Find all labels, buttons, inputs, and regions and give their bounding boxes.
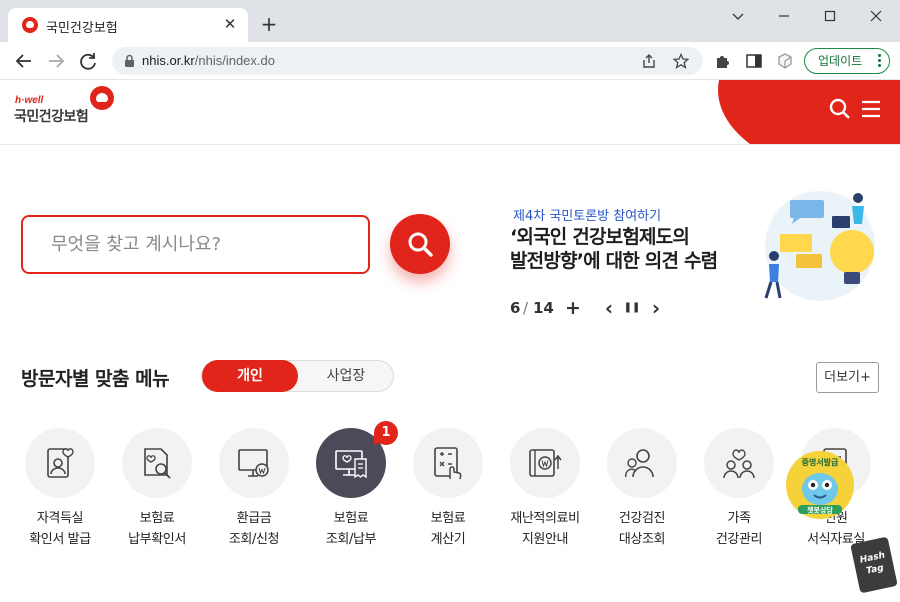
reload-button[interactable]	[76, 49, 100, 73]
nhis-favicon-icon	[22, 17, 38, 33]
service-label: 환급금 조회/신청	[228, 511, 280, 547]
monitor-receipt-icon	[335, 450, 367, 479]
notification-badge: 1	[374, 421, 398, 445]
banner-prev-button[interactable]: ‹	[601, 298, 617, 318]
discussion-illustration	[764, 191, 875, 301]
back-button[interactable]	[12, 49, 36, 73]
tab-business[interactable]: 사업장	[298, 360, 394, 392]
header-search-icon[interactable]	[829, 98, 851, 120]
maximize-icon	[824, 10, 836, 22]
update-button[interactable]: 업데이트	[804, 48, 890, 74]
close-icon	[870, 10, 882, 22]
banner-pause-button[interactable]: ❚❚	[623, 298, 641, 318]
banner-next-button[interactable]: ›	[648, 298, 664, 318]
forward-button[interactable]	[44, 49, 68, 73]
nhis-logo-icon	[90, 86, 114, 110]
close-window-button[interactable]	[853, 2, 899, 30]
service-icon-circle	[510, 428, 580, 498]
mascot-top-text: 증명서발급	[802, 457, 839, 467]
banner-title-line1: ‘외국인 건강보험제도의	[510, 226, 690, 248]
minimize-button[interactable]	[761, 2, 807, 30]
reload-icon	[80, 53, 96, 70]
service-label: 가족 건강관리	[715, 511, 763, 547]
bookmark-star-icon	[673, 53, 689, 69]
site-logo[interactable]: 국민건강보험	[14, 106, 89, 126]
arrow-left-icon	[15, 54, 31, 68]
service-label: 보험료 계산기	[430, 511, 466, 547]
profile-cube-icon[interactable]	[776, 52, 794, 70]
service-icon-circle	[122, 428, 192, 498]
search-icon	[408, 232, 433, 257]
service-icon-circle	[25, 428, 95, 498]
minimize-icon	[779, 15, 789, 17]
calculator-icon	[434, 447, 462, 480]
logo-tagline: h·well	[15, 95, 44, 106]
maximize-button[interactable]	[807, 2, 853, 30]
banner-title-line2: 발전방향’에 대한 의견 수렴	[510, 250, 718, 272]
more-button[interactable]: 더보기+	[816, 362, 879, 393]
search-button[interactable]	[390, 214, 450, 274]
service-label: 건강검진 대상조회	[618, 511, 666, 547]
search-input[interactable]	[23, 217, 368, 272]
share-icon	[643, 54, 655, 68]
side-panel-icon[interactable]	[745, 52, 763, 70]
tab-personal[interactable]: 개인	[202, 360, 298, 392]
browser-tab-bar: 국민건강보험 ✕ +	[0, 0, 900, 42]
site-header: h·well 국민건강보험	[0, 80, 900, 145]
hamburger-menu-icon[interactable]	[861, 100, 881, 118]
service-label: 보험료 조회/납부	[325, 511, 377, 547]
hashtag-watermark: Hash Tag	[850, 536, 898, 594]
chevron-down-icon	[732, 13, 744, 20]
id-card-heart-icon	[47, 448, 74, 478]
search-box	[21, 215, 370, 274]
chatbot-mascot[interactable]: 증명서발급 챗봇상담	[784, 449, 856, 521]
close-tab-icon[interactable]: ✕	[220, 14, 240, 34]
tab-title: 국민건강보험	[46, 21, 118, 36]
service-icon-circle	[704, 428, 774, 498]
kebab-menu-icon	[878, 54, 881, 68]
browser-tab[interactable]: 국민건강보험 ✕	[8, 8, 248, 42]
url-text: nhis.or.kr/nhis/index.do	[142, 53, 275, 68]
banner-title[interactable]: ‘외국인 건강보험제도의 발전방향’에 대한 의견 수렴	[510, 225, 760, 273]
people-checkup-icon	[625, 449, 654, 478]
service-icon-circle	[607, 428, 677, 498]
banner-counter-separator: /	[523, 299, 529, 317]
banner-counter-current: 6	[510, 299, 521, 317]
family-care-icon	[723, 449, 755, 479]
service-label: 보험료 납부확인서	[128, 511, 186, 547]
tab-search-button[interactable]	[715, 2, 761, 30]
visitor-menu-title: 방문자별 맞춤 메뉴	[21, 368, 170, 390]
service-label: 자격득실 확인서 발급	[29, 511, 91, 547]
browser-toolbar: nhis.or.kr/nhis/index.do 업데이트	[0, 42, 900, 80]
address-bar[interactable]: nhis.or.kr/nhis/index.do	[112, 47, 703, 75]
lock-icon	[125, 54, 134, 67]
new-tab-button[interactable]: +	[258, 13, 280, 35]
update-label: 업데이트	[818, 54, 863, 68]
service-icon-circle	[219, 428, 289, 498]
arrow-right-icon	[49, 54, 65, 68]
monitor-refund-icon	[238, 449, 269, 477]
visitor-type-toggle: 개인 사업장	[201, 360, 394, 392]
document-search-icon	[144, 448, 171, 479]
service-label: 재난적의료비 지원안내	[510, 511, 580, 547]
banner-add-button[interactable]: +	[564, 298, 582, 318]
banner-counter-total: 14	[533, 299, 554, 317]
mascot-bottom-text: 챗봇상담	[807, 506, 833, 515]
banner-subtitle[interactable]: 제4차 국민토론방 참여하기	[513, 205, 661, 224]
service-icon-circle	[413, 428, 483, 498]
extensions-puzzle-icon[interactable]	[714, 52, 732, 70]
coin-support-icon	[529, 449, 562, 477]
